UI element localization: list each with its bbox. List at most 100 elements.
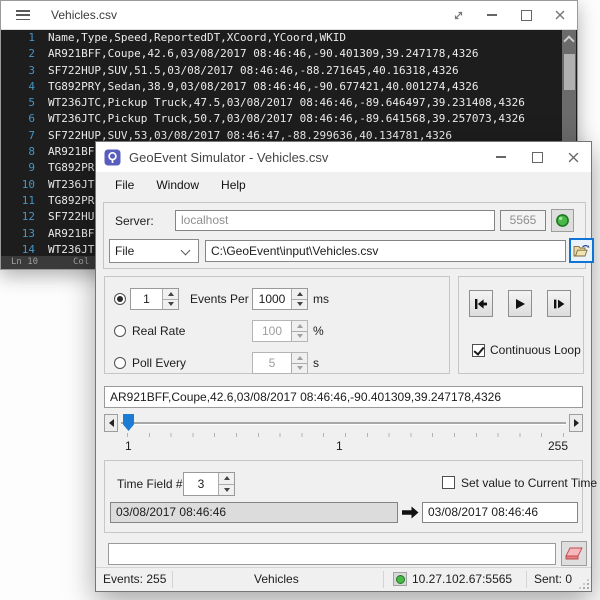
server-host-input[interactable]: localhost bbox=[175, 210, 495, 231]
spin-up-button[interactable] bbox=[219, 473, 234, 484]
interval-spinner[interactable]: 1000 bbox=[252, 288, 308, 310]
simulator-close-button[interactable] bbox=[555, 142, 591, 172]
slider-right-button[interactable] bbox=[569, 414, 583, 432]
connection-group: Server: localhost 5565 File C:\GeoEvent\… bbox=[103, 202, 586, 269]
chevron-down-icon bbox=[181, 246, 191, 256]
simulator-statusbar: Events: 255 Vehicles 10.27.102.67:5565 S… bbox=[96, 567, 591, 591]
hamburger-menu-icon[interactable] bbox=[16, 10, 30, 20]
spin-up-button[interactable] bbox=[163, 289, 178, 299]
spin-down-button[interactable] bbox=[292, 299, 307, 310]
browse-file-button[interactable] bbox=[569, 238, 594, 263]
menu-file[interactable]: File bbox=[104, 175, 145, 195]
line-number: 13 bbox=[1, 226, 35, 242]
spin-down-button bbox=[292, 331, 307, 342]
simulator-maximize-button[interactable] bbox=[519, 142, 555, 172]
editor-line: 1 Name,Type,Speed,ReportedDT,XCoord,YCoor… bbox=[1, 30, 563, 46]
continuous-loop-checkbox[interactable] bbox=[472, 344, 485, 357]
line-text: Name,Type,Speed,ReportedDT,XCoord,YCoord… bbox=[48, 30, 346, 46]
arrow-right-icon bbox=[402, 506, 419, 519]
time-field-group: Time Field # 3 Set value to Current Time… bbox=[104, 460, 583, 533]
step-button[interactable] bbox=[547, 290, 571, 317]
time-field-label: Time Field # bbox=[117, 477, 183, 491]
spin-down-button bbox=[292, 363, 307, 374]
line-number: 12 bbox=[1, 209, 35, 225]
step-forward-icon bbox=[552, 297, 566, 311]
events-per-radio[interactable] bbox=[114, 293, 126, 305]
line-number: 11 bbox=[1, 193, 35, 209]
spin-down-button[interactable] bbox=[219, 484, 234, 496]
slider-left-button[interactable] bbox=[104, 414, 118, 432]
arrow-right-icon bbox=[574, 419, 579, 427]
event-slider-thumb[interactable] bbox=[123, 414, 134, 431]
set-current-time-checkbox[interactable] bbox=[442, 476, 455, 489]
spin-down-button[interactable] bbox=[163, 299, 178, 310]
line-text: AR921BF bbox=[48, 144, 94, 160]
editor-close-button[interactable] bbox=[543, 1, 577, 29]
interval-value: 1000 bbox=[253, 289, 291, 309]
spin-up-button[interactable] bbox=[292, 289, 307, 299]
line-number: 7 bbox=[1, 128, 35, 144]
current-event-field: AR921BFF,Coupe,42.6,03/08/2017 08:46:46,… bbox=[104, 386, 583, 408]
line-text: WT236JTC,Pickup Truck,50.7,03/08/2017 08… bbox=[48, 111, 525, 127]
menu-window[interactable]: Window bbox=[145, 175, 210, 195]
scrollbar-thumb[interactable] bbox=[564, 54, 575, 90]
message-log-field[interactable] bbox=[108, 543, 556, 565]
simulator-window-title: GeoEvent Simulator - Vehicles.csv bbox=[129, 150, 328, 165]
real-rate-radio[interactable] bbox=[114, 325, 126, 337]
editor-maximize-button[interactable] bbox=[509, 1, 543, 29]
editor-titlebar: Vehicles.csv bbox=[1, 1, 577, 30]
events-per-label: Events Per bbox=[190, 292, 249, 306]
restart-button[interactable] bbox=[469, 290, 493, 317]
column-indicator: Col bbox=[73, 256, 89, 269]
line-number: 1 bbox=[1, 30, 35, 46]
editor-line: 6 WT236JTC,Pickup Truck,50.7,03/08/2017 0… bbox=[1, 111, 563, 127]
editor-line: 4TG892PRY,Sedan,38.9,03/08/2017 08:46:46… bbox=[1, 79, 563, 95]
source-type-select[interactable]: File bbox=[109, 239, 199, 263]
percent-unit-label: % bbox=[313, 324, 324, 338]
resize-grip[interactable] bbox=[579, 579, 589, 589]
clear-log-button[interactable] bbox=[561, 541, 587, 566]
connect-button[interactable] bbox=[551, 209, 574, 232]
simulator-minimize-button[interactable] bbox=[483, 142, 519, 172]
simulator-titlebar: GeoEvent Simulator - Vehicles.csv bbox=[96, 142, 591, 172]
event-slider-track[interactable] bbox=[121, 422, 566, 424]
poll-spinner[interactable]: 5 bbox=[252, 352, 308, 374]
editor-fullscreen-button[interactable] bbox=[441, 1, 475, 29]
editor-line: 3SF722HUP,SUV,51.5,03/08/2017 08:46:46,-… bbox=[1, 63, 563, 79]
eraser-icon bbox=[565, 547, 583, 560]
line-number: 10 bbox=[1, 177, 35, 193]
play-button[interactable] bbox=[508, 290, 532, 317]
real-rate-value: 100 bbox=[253, 321, 291, 341]
scroll-up-icon[interactable] bbox=[563, 35, 574, 46]
continuous-loop-label: Continuous Loop bbox=[490, 343, 581, 357]
time-field-spinner[interactable]: 3 bbox=[183, 472, 235, 496]
slider-current-label: 1 bbox=[336, 439, 343, 453]
simulator-window: GeoEvent Simulator - Vehicles.csv File W… bbox=[95, 141, 592, 592]
server-port-input[interactable]: 5565 bbox=[500, 210, 546, 231]
maximize-icon bbox=[532, 152, 543, 163]
close-icon bbox=[568, 152, 579, 163]
time-field-value: 3 bbox=[184, 473, 218, 495]
feed-name-status: Vehicles bbox=[254, 572, 299, 586]
rate-group: 1 Events Per 1000 ms Real Rate 100 % Pol… bbox=[104, 276, 450, 374]
line-number: 5 bbox=[1, 95, 35, 111]
real-rate-spinner[interactable]: 100 bbox=[252, 320, 308, 342]
open-folder-icon bbox=[573, 244, 590, 258]
line-number: 6 bbox=[1, 111, 35, 127]
editor-line: 5WT236JTC,Pickup Truck,47.5,03/08/2017 0… bbox=[1, 95, 563, 111]
editor-minimize-button[interactable] bbox=[475, 1, 509, 29]
server-label: Server: bbox=[115, 214, 154, 228]
file-path-input[interactable]: C:\GeoEvent\input\Vehicles.csv bbox=[205, 240, 566, 262]
maximize-icon bbox=[521, 10, 532, 21]
ms-unit-label: ms bbox=[313, 292, 329, 306]
poll-every-radio[interactable] bbox=[114, 357, 126, 369]
expand-icon bbox=[453, 10, 464, 21]
spin-up-button bbox=[292, 353, 307, 363]
output-time-field[interactable]: 03/08/2017 08:46:46 bbox=[422, 502, 578, 523]
line-text: SF722HU bbox=[48, 209, 94, 225]
set-current-time-label: Set value to Current Time bbox=[461, 476, 597, 490]
menu-help[interactable]: Help bbox=[210, 175, 257, 195]
line-text: AR921BF bbox=[48, 226, 94, 242]
events-count-spinner[interactable]: 1 bbox=[130, 288, 179, 310]
play-icon bbox=[513, 297, 527, 311]
